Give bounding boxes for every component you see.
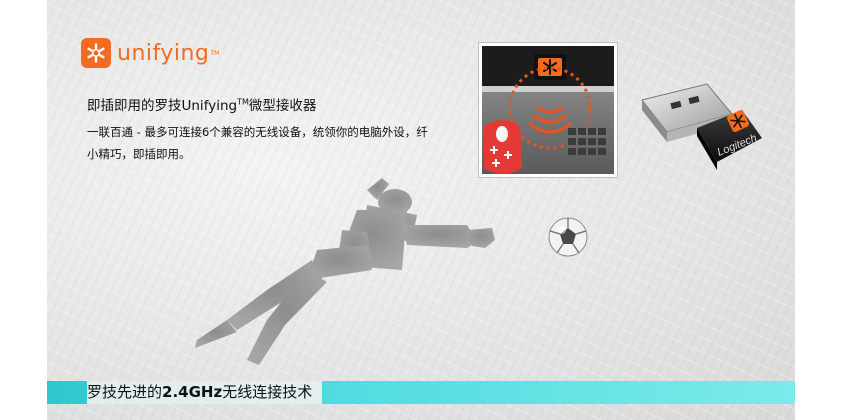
usb-receiver-icon: Logitech [641, 83, 762, 170]
goalkeeper-silhouette [195, 178, 495, 365]
logo-wordmark: unifying [117, 40, 210, 66]
banner-prefix: 罗技先进的 [87, 383, 163, 401]
logo-trademark: TM [210, 49, 220, 57]
product-photo [478, 42, 618, 178]
bottom-banner-text: 罗技先进的2.4GHz无线连接技术 [87, 381, 323, 404]
unifying-logo: unifying TM [81, 38, 219, 68]
banner-suffix: 无线连接技术 [222, 383, 313, 401]
promo-panel: unifying TM 即插即用的罗技UnifyingTM微型接收器 一联百通 … [47, 0, 795, 420]
headline-text-before: 即插即用的罗技Unifying [87, 98, 238, 114]
headline-trademark: TM [237, 97, 249, 107]
headline-text-after: 微型接收器 [248, 98, 317, 114]
headline: 即插即用的罗技UnifyingTM微型接收器 [87, 94, 317, 115]
soccer-ball [548, 217, 588, 257]
banner-highlight: 2.4GHz [162, 383, 223, 401]
unifying-star-icon [81, 38, 111, 68]
product-description: 一联百通 - 最多可连接6个兼容的无线设备，统领你的电脑外设，纤小精巧，即插即用… [87, 125, 428, 161]
